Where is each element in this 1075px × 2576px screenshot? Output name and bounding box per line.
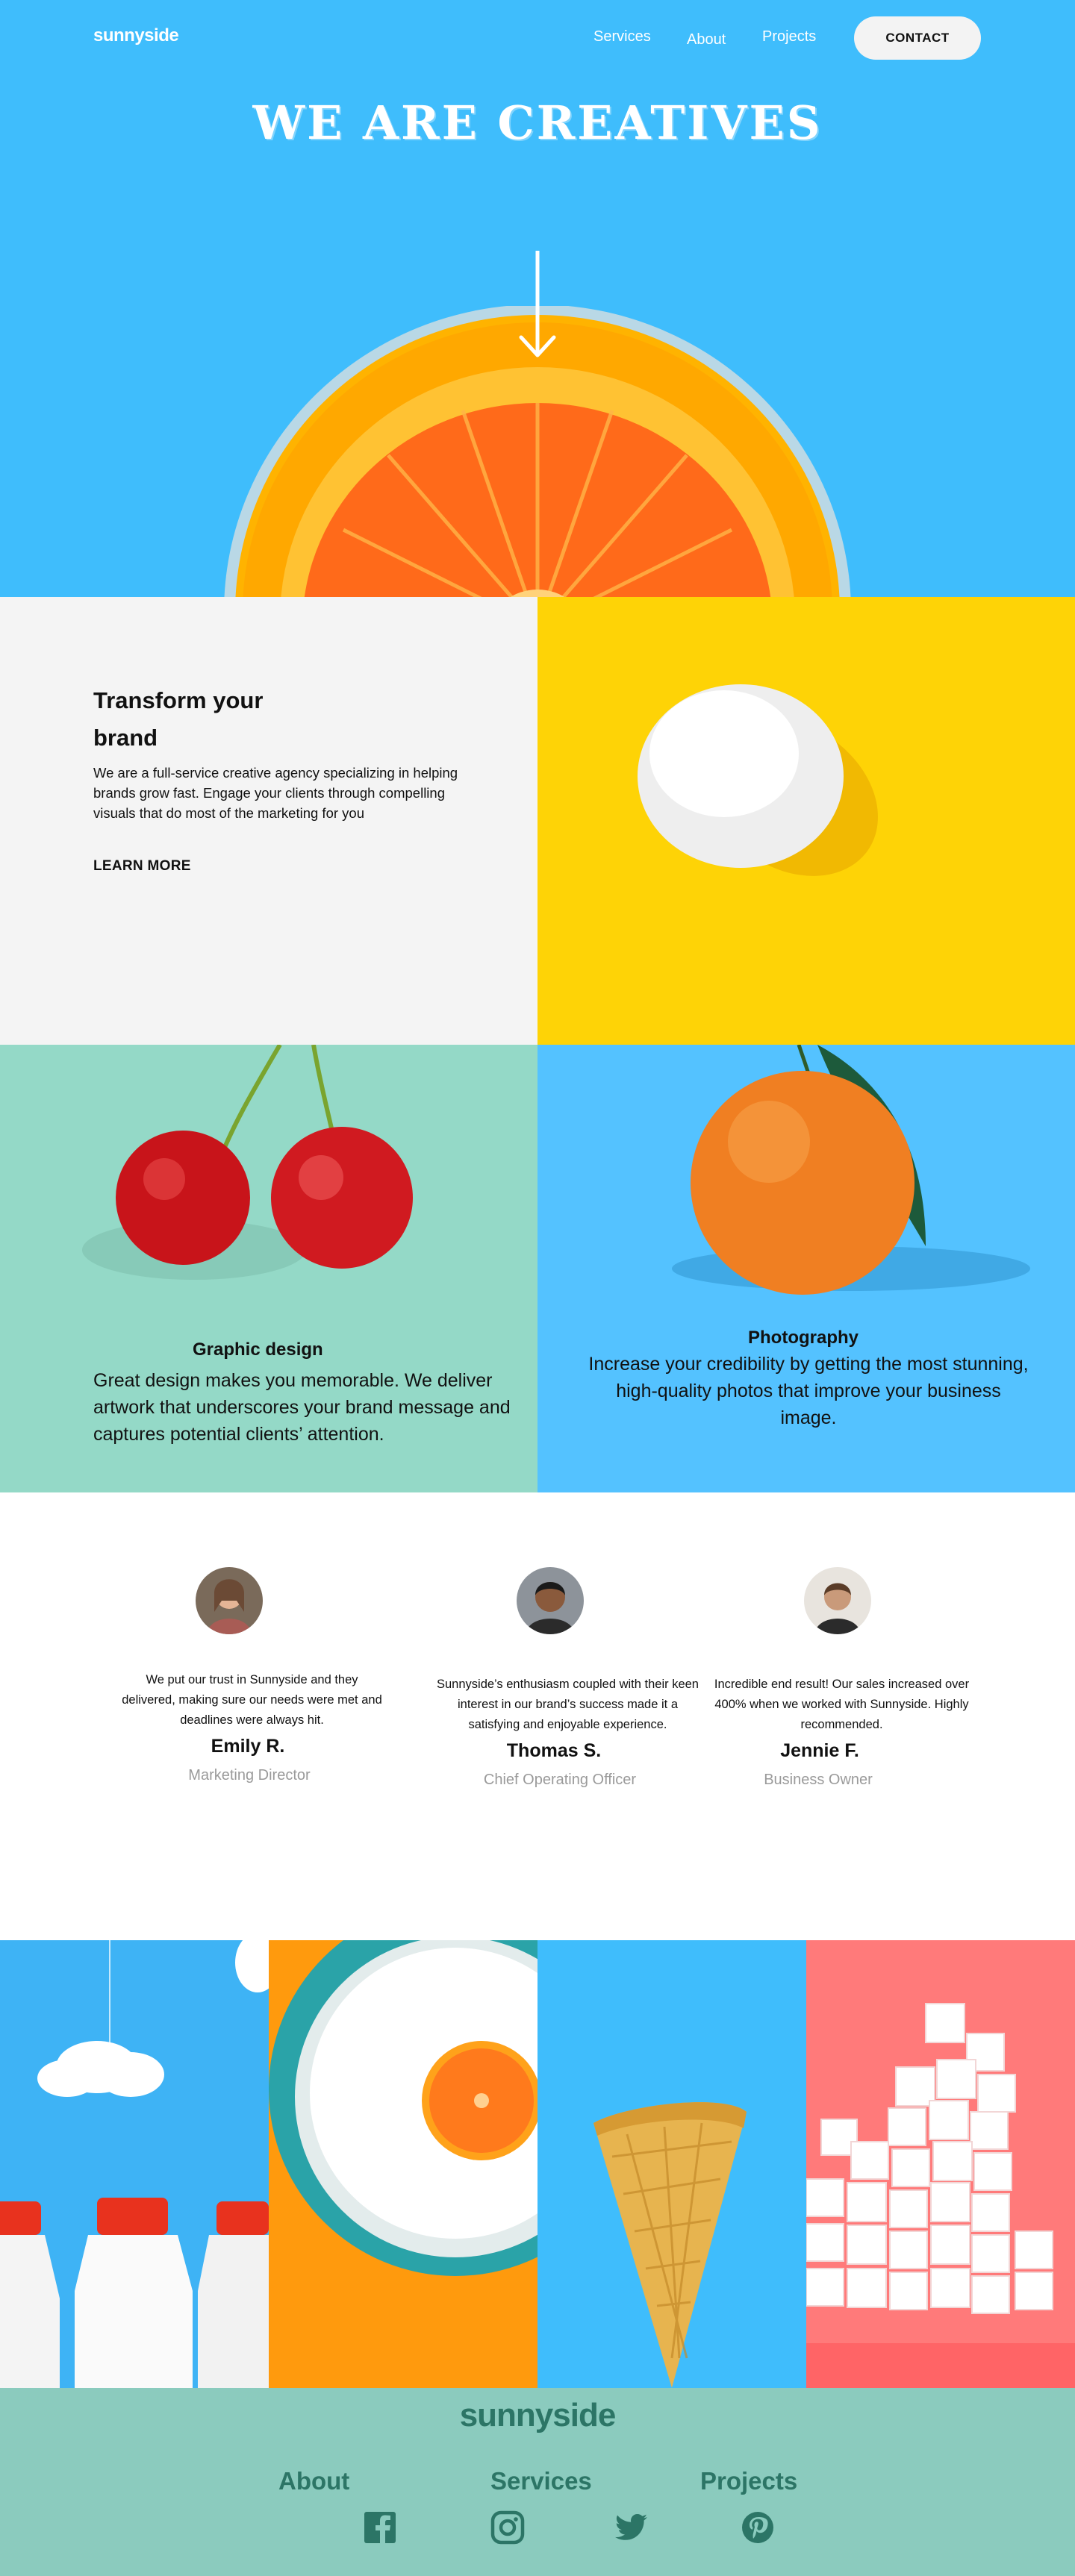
arrow-down-icon[interactable] [518, 251, 557, 360]
testimonial-name: Thomas S. [506, 1740, 602, 1761]
gallery-ice-cream-cone [538, 1940, 806, 2388]
photography-text: Increase your credibility by getting the… [588, 1354, 1029, 1428]
footer-logo[interactable]: sunnyside [0, 2397, 1075, 2434]
twitter-icon[interactable] [614, 2510, 649, 2545]
gallery-sugar-cubes [806, 1940, 1075, 2388]
testimonial-role: Business Owner [764, 1772, 873, 1788]
hero-section: sunnyside Services About Projects CONTAC… [0, 0, 1075, 597]
egg-image [538, 597, 1075, 1045]
footer: sunnyside About Services Projects [0, 2388, 1075, 2576]
gallery-orange-plate [269, 1940, 538, 2388]
instagram-icon[interactable] [490, 2510, 525, 2545]
hero-title: WE ARE CREATIVES [252, 96, 823, 150]
facebook-icon[interactable] [363, 2510, 397, 2545]
footer-about-link[interactable]: About [278, 2467, 349, 2495]
contact-button[interactable]: CONTACT [854, 16, 981, 60]
avatar [804, 1567, 871, 1634]
orange-image [672, 1045, 1030, 1295]
testimonials-section: We put our trust in Sunnyside and they d… [0, 1492, 1075, 1940]
avatar [517, 1567, 584, 1634]
nav-about-link[interactable]: About [687, 31, 726, 49]
nav-projects-link[interactable]: Projects [762, 28, 816, 46]
footer-services-link[interactable]: Services [490, 2467, 592, 2495]
graphic-design-title: Graphic design [193, 1339, 323, 1360]
testimonial-quote: We put our trust in Sunnyside and they d… [122, 1673, 382, 1727]
testimonial-role: Chief Operating Officer [483, 1772, 637, 1788]
photography-section: Photography Increase your credibility by… [538, 1045, 1075, 1492]
testimonial-name: Jennie F. [780, 1740, 859, 1761]
graphic-design-text: Great design makes you memorable. We del… [93, 1370, 511, 1445]
avatar [196, 1567, 263, 1634]
learn-more-link[interactable]: LEARN MORE [93, 858, 191, 875]
footer-projects-link[interactable]: Projects [700, 2467, 797, 2495]
cherries-image [82, 1045, 413, 1280]
header-logo[interactable]: sunnyside [93, 25, 179, 46]
transform-title: Transform your brand [93, 687, 264, 751]
pinterest-icon[interactable] [741, 2510, 775, 2545]
gallery-section [0, 1940, 1075, 2388]
photography-title: Photography [748, 1328, 859, 1348]
testimonial-quote: Sunnyside’s enthusiasm coupled with thei… [437, 1678, 699, 1731]
testimonial-role: Marketing Director [188, 1767, 311, 1783]
transform-text: We are a full-service creative agency sp… [93, 765, 458, 821]
nav-services-link[interactable]: Services [593, 28, 651, 46]
transform-section: Transform your brand We are a full-servi… [0, 597, 538, 1045]
graphic-design-section: Graphic design Great design makes you me… [0, 1045, 538, 1492]
gallery-milk-bottles [0, 1940, 269, 2388]
testimonial-name: Emily R. [211, 1736, 285, 1757]
testimonial-quote: Incredible end result! Our sales increas… [714, 1678, 970, 1731]
